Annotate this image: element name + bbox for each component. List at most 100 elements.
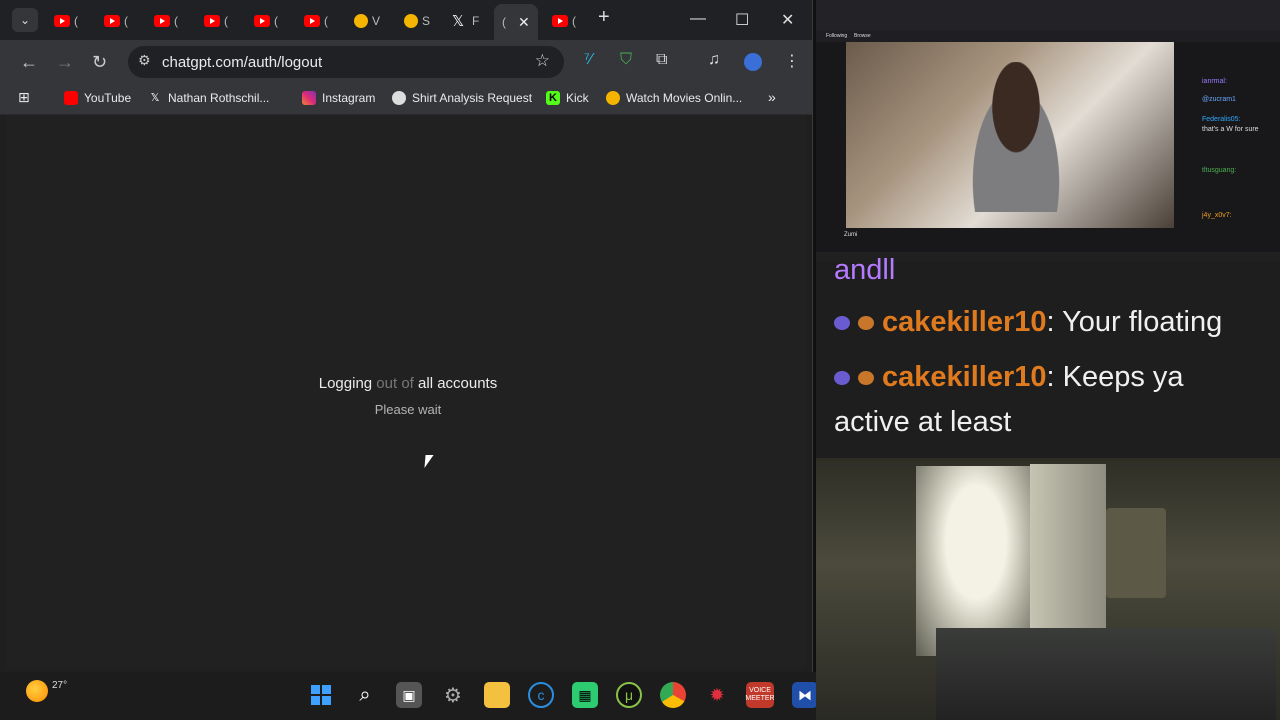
webcam-feed: [816, 458, 1280, 720]
tab-x[interactable]: 𝕏F: [452, 8, 479, 34]
tab-label: (: [224, 14, 228, 28]
bookmark-label: Instagram: [322, 91, 376, 105]
antivirus-icon[interactable]: ✹: [704, 682, 730, 708]
chat-message: cakekiller10: Keeps ya: [834, 355, 1184, 399]
tab-chatgpt-active[interactable]: (✕: [494, 4, 538, 40]
tab-youtube-1[interactable]: (: [54, 8, 78, 34]
room-curtain: [1030, 464, 1106, 634]
movies-icon: [606, 91, 620, 105]
tab-youtube-2[interactable]: (: [104, 8, 128, 34]
bookmark-x[interactable]: 𝕏 Nathan Rothschil...: [148, 91, 270, 105]
close-tab-icon[interactable]: ✕: [518, 14, 530, 31]
search-icon[interactable]: ⌕: [352, 682, 378, 708]
back-button[interactable]: ←: [20, 52, 38, 73]
url-text[interactable]: chatgpt.com/auth/logout: [162, 54, 322, 71]
streamer-name: Zumi: [844, 232, 858, 238]
tab-search-dropdown[interactable]: ⌄: [12, 8, 38, 32]
utorrent-icon[interactable]: μ: [616, 682, 642, 708]
tab-movies-2[interactable]: S: [404, 8, 430, 34]
tab-label: (: [274, 14, 278, 28]
chat-overlay: andll cakekiller10: Your floating cakeki…: [816, 254, 1280, 458]
task-view-icon[interactable]: ▣: [396, 682, 422, 708]
forward-button[interactable]: →: [56, 52, 74, 73]
bookmark-label: Kick: [566, 91, 589, 105]
tab-label: (: [74, 14, 78, 28]
tab-label: V: [372, 14, 381, 28]
bookmark-youtube[interactable]: YouTube: [64, 91, 131, 105]
movies-icon: [354, 14, 368, 28]
more-bookmarks-glyph: »: [768, 89, 776, 105]
apps-grid-icon[interactable]: ⊞: [18, 89, 30, 106]
tab-youtube-5[interactable]: (: [254, 8, 278, 34]
bookmarks-bar: ⊞ YouTube 𝕏 Nathan Rothschil... Instagram…: [0, 86, 812, 115]
bookmark-watch-movies[interactable]: Watch Movies Onlin...: [606, 91, 742, 105]
browser-window: ⌄ ( ( ( ( ( ( V S 𝕏F (✕ ( + — ☐ ✕ ← → ↻ …: [0, 0, 813, 672]
bookmark-label: Nathan Rothschil...: [168, 91, 270, 105]
bookmark-kick[interactable]: K Kick: [546, 91, 589, 105]
youtube-icon: [304, 15, 320, 27]
room-shelf: [1106, 508, 1166, 598]
x-icon: 𝕏: [452, 13, 465, 30]
new-tab-button[interactable]: +: [598, 6, 610, 29]
chrome-icon[interactable]: [660, 682, 686, 708]
nav-following: Following: [826, 33, 848, 39]
site-info-icon[interactable]: ⚙: [138, 52, 151, 69]
chat-text: : Keeps ya: [1046, 361, 1184, 393]
streamer-figure: [961, 62, 1071, 212]
bookmark-instagram[interactable]: Instagram: [302, 91, 375, 105]
menu-icon[interactable]: ⋮: [784, 51, 800, 71]
maximize-button[interactable]: ☐: [735, 10, 749, 30]
start-icon[interactable]: [308, 682, 334, 708]
taskbar: ⌕ ▣ ⚙ c ▦ μ ✹ VOICE MEETER ⧓: [0, 672, 818, 720]
ccleaner-icon[interactable]: c: [528, 682, 554, 708]
settings-icon[interactable]: ⚙: [440, 682, 466, 708]
chat-username: cakekiller10: [882, 306, 1047, 338]
youtube-icon: [254, 15, 270, 27]
tab-label: (: [324, 14, 328, 28]
file-explorer-icon[interactable]: [484, 682, 510, 708]
address-bar[interactable]: ⚙ chatgpt.com/auth/logout ☆: [128, 46, 564, 78]
minimize-button[interactable]: —: [690, 10, 706, 28]
translate-extension-icon[interactable]: ⁷⁄: [584, 51, 592, 69]
reload-button[interactable]: ↻: [92, 52, 107, 73]
stream-nav: Following Browse: [816, 30, 1280, 42]
more-bookmarks-button[interactable]: »: [768, 89, 776, 105]
badge-icon: [858, 371, 874, 386]
bookmark-shirt-analysis[interactable]: Shirt Analysis Request: [392, 91, 532, 105]
stream-video: [846, 42, 1174, 228]
title-part-3: all accounts: [418, 375, 498, 392]
tab-youtube-4[interactable]: (: [204, 8, 228, 34]
logout-subtitle: Please wait: [374, 402, 442, 417]
bookmark-star-icon[interactable]: ☆: [535, 51, 550, 71]
app-icon[interactable]: ⧓: [792, 682, 818, 708]
weather-widget[interactable]: 27°: [26, 680, 67, 702]
mini-chat-user: tltusguang:: [1202, 167, 1237, 174]
stream-browser-chrome: [816, 0, 1280, 30]
tab-youtube-7[interactable]: (: [552, 8, 576, 34]
mini-chat-user: Federalis05:: [1202, 116, 1241, 123]
youtube-icon: [54, 15, 70, 27]
nav-browse: Browse: [854, 33, 871, 39]
tab-label: S: [422, 14, 431, 28]
game-app-icon[interactable]: ▦: [572, 682, 598, 708]
tab-movies-1[interactable]: V: [354, 8, 380, 34]
shield-extension-icon[interactable]: ⛉: [620, 51, 632, 69]
mini-chat-user: j4y_x0v7:: [1202, 212, 1232, 219]
weather-sun-icon: [26, 680, 48, 702]
chat-text: : Your floating: [1046, 306, 1223, 338]
voicemeeter-icon[interactable]: VOICE MEETER: [745, 682, 775, 708]
toolbar: ← → ↻ ⚙ chatgpt.com/auth/logout ☆ ⁷⁄ ⛉ ⧉…: [0, 40, 812, 86]
logout-title: Logging out of all accounts: [0, 375, 816, 392]
tab-label: F: [472, 14, 480, 28]
media-control-icon[interactable]: ♫: [708, 51, 720, 69]
x-icon: 𝕏: [150, 92, 160, 104]
extensions-icon[interactable]: ⧉: [656, 51, 667, 69]
bookmark-label: Watch Movies Onlin...: [626, 91, 743, 105]
close-window-button[interactable]: ✕: [781, 10, 794, 30]
mini-chat-user: ianrmal:: [1202, 78, 1227, 85]
mouse-cursor: [424, 455, 434, 468]
tab-youtube-3[interactable]: (: [154, 8, 178, 34]
movies-icon: [404, 14, 418, 28]
profile-avatar[interactable]: [744, 53, 762, 71]
tab-youtube-6[interactable]: (: [304, 8, 328, 34]
